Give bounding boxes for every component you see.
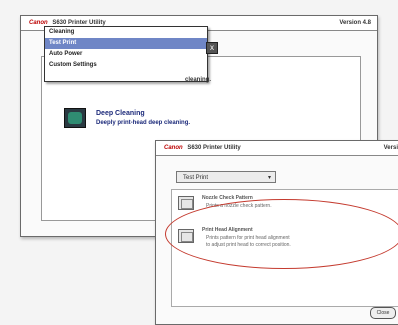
version-label: Versi [383,145,398,151]
menu-item-test-print[interactable]: Test Print [45,38,207,49]
window-title: S630 Printer Utility [187,145,241,151]
close-button[interactable]: Close [370,307,396,319]
deep-cleaning-title: Deep Cleaning [96,110,145,117]
nozzle-check-icon[interactable] [178,196,194,210]
cleaning-description: cleaning. [185,77,212,83]
menu-item-cleaning[interactable]: Cleaning [45,27,207,38]
menu-item-custom-settings[interactable]: Custom Settings [45,60,207,71]
deep-cleaning-description: Deeply print-head deep cleaning. [96,120,191,126]
function-select[interactable]: Test Print ▾ [176,171,276,183]
function-select-value: Test Print [183,175,209,181]
menu-item-auto-power[interactable]: Auto Power [45,49,207,60]
function-dropdown-list[interactable]: Cleaning Test Print Auto Power Custom Se… [44,26,208,82]
brand-logo: Canon [164,145,183,151]
chevron-down-icon: ▾ [267,175,271,181]
version-label: Version 4.8 [339,20,371,26]
highlight-oval [165,199,398,269]
deep-cleaning-icon[interactable] [64,108,86,128]
close-icon[interactable]: x [206,42,218,54]
window-titlebar: Canon S630 Printer Utility Versi [156,141,398,156]
